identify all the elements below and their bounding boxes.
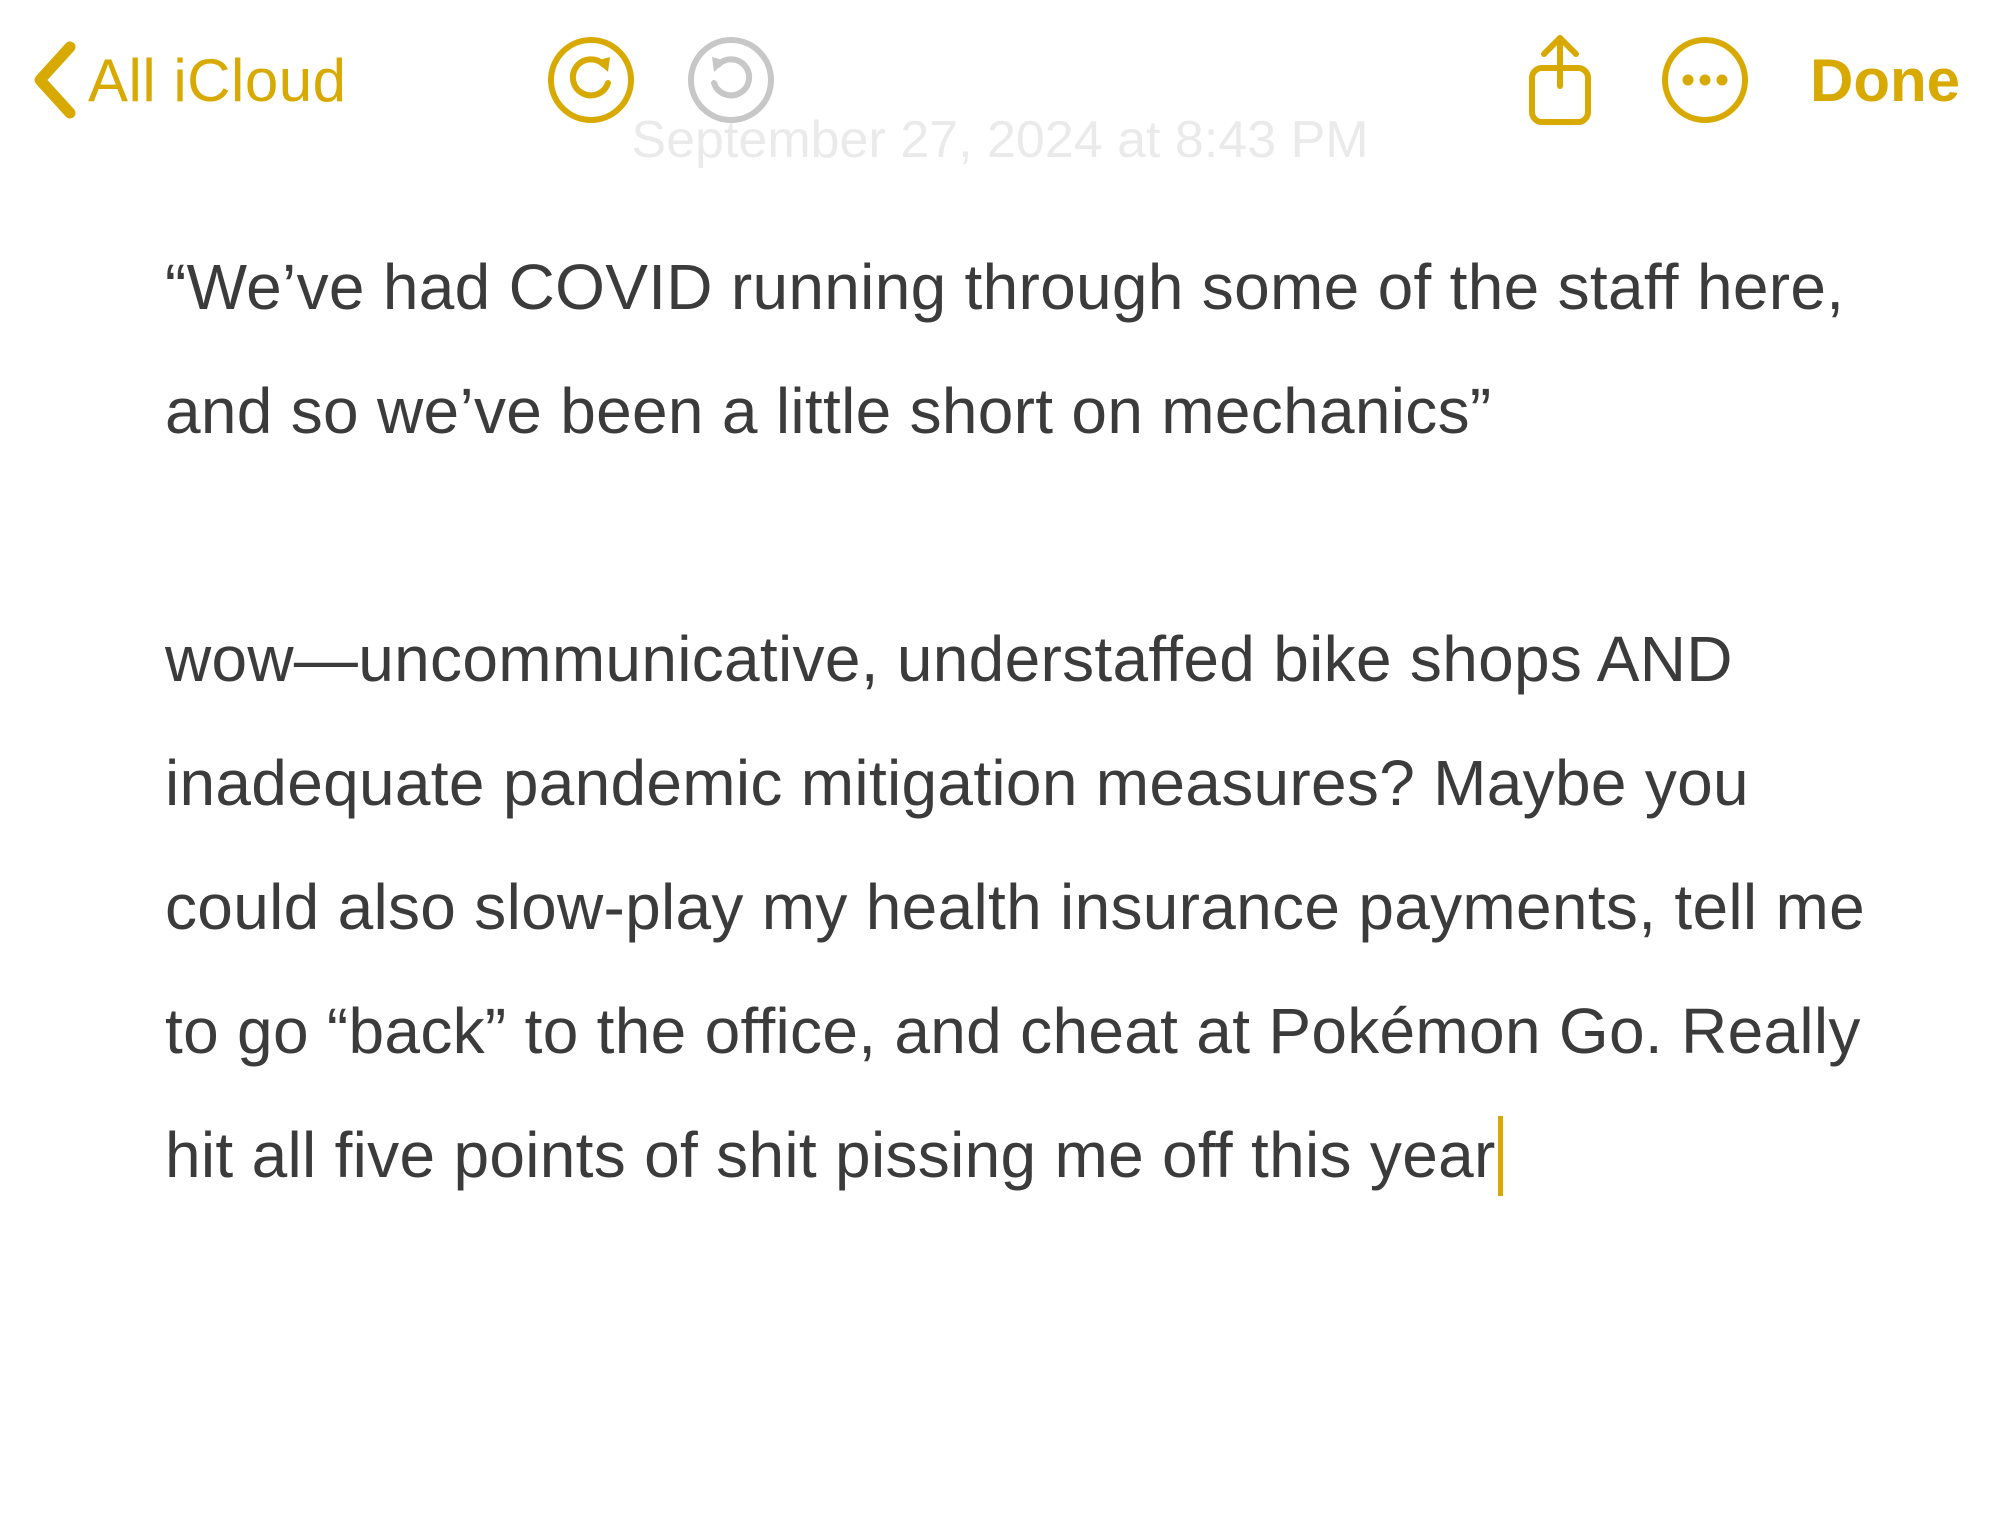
more-icon[interactable] xyxy=(1660,35,1750,125)
back-label: All iCloud xyxy=(88,46,346,115)
toolbar-center xyxy=(546,35,776,125)
text-cursor xyxy=(1498,1116,1503,1196)
redo-icon xyxy=(686,35,776,125)
toolbar-right: Done xyxy=(1520,30,1960,130)
done-button[interactable]: Done xyxy=(1810,46,1960,115)
share-icon[interactable] xyxy=(1520,30,1600,130)
note-text: “We’ve had COVID running through some of… xyxy=(165,251,1883,1191)
note-body[interactable]: “We’ve had COVID running through some of… xyxy=(165,225,1865,1217)
undo-icon[interactable] xyxy=(546,35,636,125)
back-button[interactable]: All iCloud xyxy=(30,41,346,119)
chevron-left-icon xyxy=(30,41,78,119)
toolbar: All iCloud xyxy=(0,0,2000,160)
